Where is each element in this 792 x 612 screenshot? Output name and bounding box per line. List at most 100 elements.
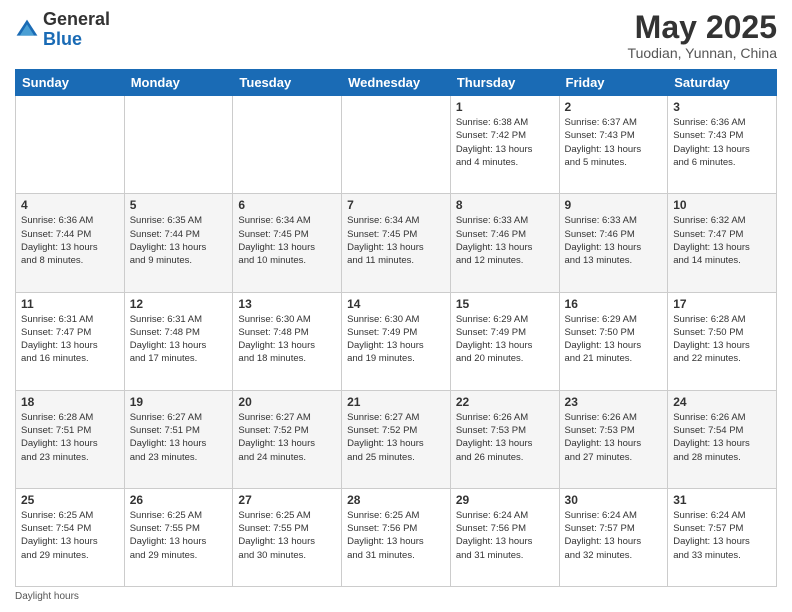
day-info: Sunrise: 6:24 AM Sunset: 7:57 PM Dayligh…	[673, 509, 771, 562]
calendar: SundayMondayTuesdayWednesdayThursdayFrid…	[15, 69, 777, 587]
day-number: 31	[673, 493, 771, 507]
col-header-saturday: Saturday	[668, 70, 777, 96]
calendar-row-1: 1 Sunrise: 6:38 AM Sunset: 7:42 PM Daylig…	[16, 96, 777, 194]
day-number: 15	[456, 297, 554, 311]
day-info: Sunrise: 6:25 AM Sunset: 7:54 PM Dayligh…	[21, 509, 119, 562]
day-number: 18	[21, 395, 119, 409]
day-number: 23	[565, 395, 663, 409]
day-number: 1	[456, 100, 554, 114]
day-info: Sunrise: 6:27 AM Sunset: 7:52 PM Dayligh…	[238, 411, 336, 464]
day-info: Sunrise: 6:29 AM Sunset: 7:49 PM Dayligh…	[456, 313, 554, 366]
day-info: Sunrise: 6:26 AM Sunset: 7:54 PM Dayligh…	[673, 411, 771, 464]
day-info: Sunrise: 6:28 AM Sunset: 7:50 PM Dayligh…	[673, 313, 771, 366]
calendar-cell: 9Sunrise: 6:33 AM Sunset: 7:46 PM Daylig…	[559, 194, 668, 292]
day-number: 30	[565, 493, 663, 507]
day-info: Sunrise: 6:38 AM Sunset: 7:42 PM Dayligh…	[456, 116, 554, 169]
day-number: 22	[456, 395, 554, 409]
calendar-cell: 25 Sunrise: 6:25 AM Sunset: 7:54 PM Dayli…	[16, 488, 125, 586]
calendar-cell: 15 Sunrise: 6:29 AM Sunset: 7:49 PM Dayli…	[450, 292, 559, 390]
day-info: Sunrise: 6:27 AM Sunset: 7:52 PM Dayligh…	[347, 411, 445, 464]
day-info: Sunrise: 6:27 AM Sunset: 7:51 PM Dayligh…	[130, 411, 228, 464]
calendar-cell: 17 Sunrise: 6:28 AM Sunset: 7:50 PM Dayli…	[668, 292, 777, 390]
logo-text: General Blue	[43, 10, 110, 50]
col-header-monday: Monday	[124, 70, 233, 96]
day-info: Sunrise: 6:32 AM Sunset: 7:47 PM Dayligh…	[673, 214, 771, 267]
day-number: 27	[238, 493, 336, 507]
day-number: 12	[130, 297, 228, 311]
calendar-cell: 12 Sunrise: 6:31 AM Sunset: 7:48 PM Dayli…	[124, 292, 233, 390]
day-info: Sunrise: 6:28 AM Sunset: 7:51 PM Dayligh…	[21, 411, 119, 464]
day-number: 13	[238, 297, 336, 311]
footer-note: Daylight hours	[15, 591, 777, 602]
day-info: Sunrise: 6:24 AM Sunset: 7:56 PM Dayligh…	[456, 509, 554, 562]
day-info: Sunrise: 6:35 AM Sunset: 7:44 PM Dayligh…	[130, 214, 228, 267]
calendar-cell: 7Sunrise: 6:34 AM Sunset: 7:45 PM Daylig…	[342, 194, 451, 292]
col-header-wednesday: Wednesday	[342, 70, 451, 96]
calendar-cell: 18 Sunrise: 6:28 AM Sunset: 7:51 PM Dayli…	[16, 390, 125, 488]
location: Tuodian, Yunnan, China	[628, 45, 777, 61]
calendar-cell	[342, 96, 451, 194]
day-number: 16	[565, 297, 663, 311]
daylight-label: Daylight hours	[15, 591, 79, 602]
calendar-cell: 23Sunrise: 6:26 AM Sunset: 7:53 PM Dayli…	[559, 390, 668, 488]
logo-general-text: General	[43, 9, 110, 29]
calendar-cell	[233, 96, 342, 194]
col-header-thursday: Thursday	[450, 70, 559, 96]
day-number: 8	[456, 198, 554, 212]
day-number: 26	[130, 493, 228, 507]
calendar-cell: 16Sunrise: 6:29 AM Sunset: 7:50 PM Dayli…	[559, 292, 668, 390]
title-block: May 2025 Tuodian, Yunnan, China	[628, 10, 777, 61]
calendar-cell: 24Sunrise: 6:26 AM Sunset: 7:54 PM Dayli…	[668, 390, 777, 488]
day-info: Sunrise: 6:26 AM Sunset: 7:53 PM Dayligh…	[456, 411, 554, 464]
day-info: Sunrise: 6:37 AM Sunset: 7:43 PM Dayligh…	[565, 116, 663, 169]
day-info: Sunrise: 6:31 AM Sunset: 7:47 PM Dayligh…	[21, 313, 119, 366]
calendar-cell: 10 Sunrise: 6:32 AM Sunset: 7:47 PM Dayli…	[668, 194, 777, 292]
day-number: 5	[130, 198, 228, 212]
day-number: 25	[21, 493, 119, 507]
day-number: 17	[673, 297, 771, 311]
calendar-cell: 8 Sunrise: 6:33 AM Sunset: 7:46 PM Daylig…	[450, 194, 559, 292]
col-header-sunday: Sunday	[16, 70, 125, 96]
calendar-cell	[16, 96, 125, 194]
day-info: Sunrise: 6:36 AM Sunset: 7:43 PM Dayligh…	[673, 116, 771, 169]
day-info: Sunrise: 6:31 AM Sunset: 7:48 PM Dayligh…	[130, 313, 228, 366]
day-number: 28	[347, 493, 445, 507]
day-number: 10	[673, 198, 771, 212]
calendar-cell: 2 Sunrise: 6:37 AM Sunset: 7:43 PM Daylig…	[559, 96, 668, 194]
day-info: Sunrise: 6:30 AM Sunset: 7:48 PM Dayligh…	[238, 313, 336, 366]
calendar-cell: 28 Sunrise: 6:25 AM Sunset: 7:56 PM Dayli…	[342, 488, 451, 586]
month-year: May 2025	[628, 10, 777, 45]
calendar-row-3: 11 Sunrise: 6:31 AM Sunset: 7:47 PM Dayli…	[16, 292, 777, 390]
calendar-cell: 3Sunrise: 6:36 AM Sunset: 7:43 PM Daylig…	[668, 96, 777, 194]
day-info: Sunrise: 6:33 AM Sunset: 7:46 PM Dayligh…	[565, 214, 663, 267]
days-header-row: SundayMondayTuesdayWednesdayThursdayFrid…	[16, 70, 777, 96]
calendar-row-5: 25 Sunrise: 6:25 AM Sunset: 7:54 PM Dayli…	[16, 488, 777, 586]
day-info: Sunrise: 6:34 AM Sunset: 7:45 PM Dayligh…	[238, 214, 336, 267]
day-info: Sunrise: 6:25 AM Sunset: 7:55 PM Dayligh…	[238, 509, 336, 562]
day-info: Sunrise: 6:25 AM Sunset: 7:56 PM Dayligh…	[347, 509, 445, 562]
calendar-cell: 11 Sunrise: 6:31 AM Sunset: 7:47 PM Dayli…	[16, 292, 125, 390]
page: General Blue May 2025 Tuodian, Yunnan, C…	[0, 0, 792, 612]
day-info: Sunrise: 6:25 AM Sunset: 7:55 PM Dayligh…	[130, 509, 228, 562]
day-number: 11	[21, 297, 119, 311]
logo: General Blue	[15, 10, 110, 50]
calendar-cell: 21 Sunrise: 6:27 AM Sunset: 7:52 PM Dayli…	[342, 390, 451, 488]
calendar-cell: 29 Sunrise: 6:24 AM Sunset: 7:56 PM Dayli…	[450, 488, 559, 586]
calendar-cell: 26 Sunrise: 6:25 AM Sunset: 7:55 PM Dayli…	[124, 488, 233, 586]
day-number: 2	[565, 100, 663, 114]
logo-blue-text: Blue	[43, 29, 82, 49]
day-info: Sunrise: 6:30 AM Sunset: 7:49 PM Dayligh…	[347, 313, 445, 366]
calendar-cell: 14 Sunrise: 6:30 AM Sunset: 7:49 PM Dayli…	[342, 292, 451, 390]
day-info: Sunrise: 6:34 AM Sunset: 7:45 PM Dayligh…	[347, 214, 445, 267]
calendar-cell: 31 Sunrise: 6:24 AM Sunset: 7:57 PM Dayli…	[668, 488, 777, 586]
col-header-friday: Friday	[559, 70, 668, 96]
day-number: 20	[238, 395, 336, 409]
calendar-cell	[124, 96, 233, 194]
header: General Blue May 2025 Tuodian, Yunnan, C…	[15, 10, 777, 61]
calendar-cell: 6Sunrise: 6:34 AM Sunset: 7:45 PM Daylig…	[233, 194, 342, 292]
day-number: 21	[347, 395, 445, 409]
calendar-cell: 4Sunrise: 6:36 AM Sunset: 7:44 PM Daylig…	[16, 194, 125, 292]
day-number: 14	[347, 297, 445, 311]
day-number: 29	[456, 493, 554, 507]
day-info: Sunrise: 6:33 AM Sunset: 7:46 PM Dayligh…	[456, 214, 554, 267]
